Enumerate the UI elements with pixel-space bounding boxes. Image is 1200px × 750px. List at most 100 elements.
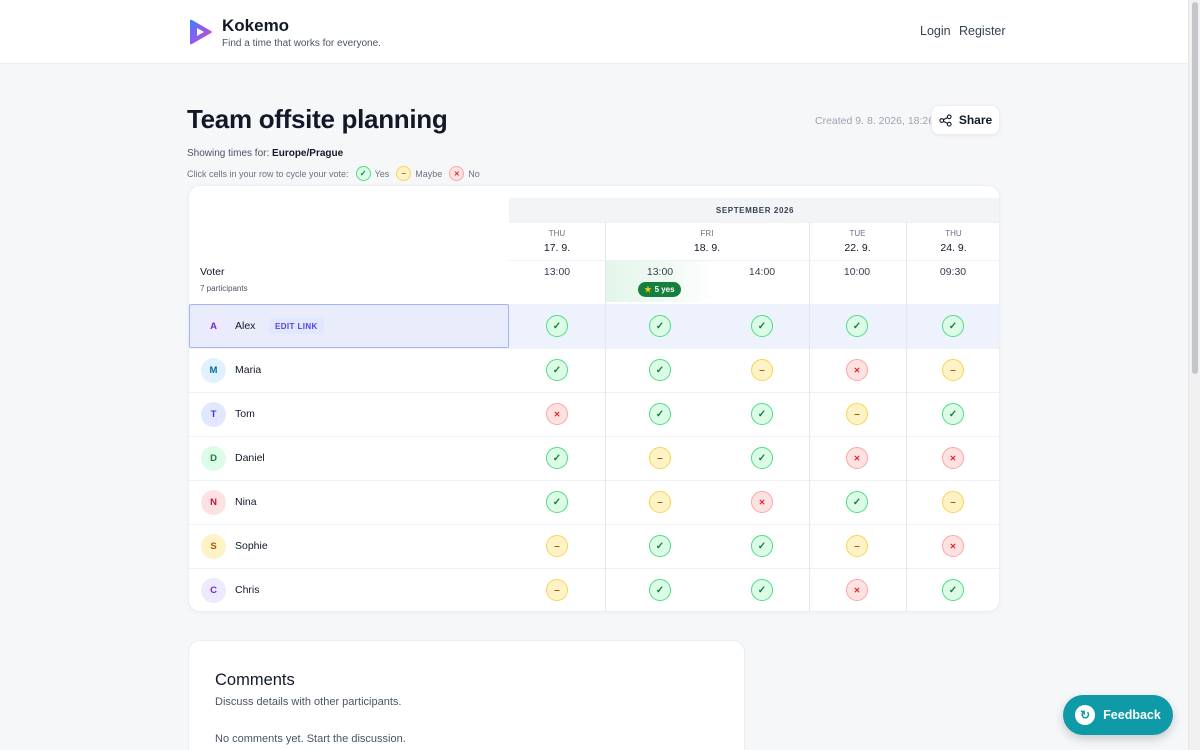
check-icon: ✓ (649, 359, 671, 381)
day-date: 24. 9. (940, 242, 967, 254)
day-date: 22. 9. (844, 242, 871, 254)
participant-count: 7 participants (200, 284, 248, 293)
register-link[interactable]: Register (959, 24, 1006, 38)
day-divider (906, 222, 907, 611)
legend-instructions: Click cells in your row to cycle your vo… (187, 168, 349, 179)
voter-name: Maria (235, 364, 262, 376)
voter-name: Daniel (235, 452, 265, 464)
page-scrollbar[interactable] (1188, 0, 1200, 750)
legend-no-label: No (468, 168, 480, 179)
month-header: SEPTEMBER 2026 (509, 198, 999, 222)
check-icon: ✓ (546, 447, 568, 469)
comments-subtitle: Discuss details with other participants. (215, 696, 402, 708)
check-icon[interactable]: ✓ (649, 315, 671, 337)
share-button-label: Share (958, 113, 993, 127)
cross-icon: ✕ (751, 491, 773, 513)
day-date: 18. 9. (693, 242, 721, 254)
brand-name[interactable]: Kokemo (222, 16, 289, 36)
check-icon: ✓ (846, 491, 868, 513)
kokemo-logo-icon[interactable] (188, 18, 214, 46)
best-slot-badge: ★ 5 yes (638, 282, 681, 297)
row-divider (189, 436, 999, 437)
voter-row (189, 348, 999, 392)
day-date: 17. 9. (543, 242, 571, 254)
check-icon: ✓ (546, 491, 568, 513)
row-divider (189, 524, 999, 525)
voter-name: Chris (235, 584, 260, 596)
day-of-week: THU (548, 229, 566, 238)
brand-tagline: Find a time that works for everyone. (222, 38, 381, 49)
cross-icon: ✕ (846, 447, 868, 469)
timezone-label: Showing times for: (187, 148, 270, 159)
day-divider (605, 222, 606, 611)
top-navigation-bar: Kokemo Find a time that works for everyo… (0, 0, 1188, 64)
day-of-week: TUE (849, 229, 866, 238)
voter-name: Sophie (235, 540, 268, 552)
time-slot-header: 13:00 (543, 266, 571, 278)
comments-title: Comments (215, 671, 295, 689)
check-icon: ✓ (355, 166, 371, 181)
availability-grid: THU 17. 9. FRI 18. 9. TUE 22. 9. THU 24. 9. 13:0… (188, 185, 1000, 612)
time-slot-header: 14:00 (748, 266, 776, 278)
voter-avatar: C (201, 578, 226, 603)
dash-icon: – (846, 535, 868, 557)
day-divider (809, 222, 810, 611)
time-slot-header: 10:00 (843, 266, 871, 278)
check-icon[interactable]: ✓ (942, 315, 964, 337)
time-slot-header: 09:30 (939, 266, 967, 278)
legend-no: ✕ No (449, 166, 480, 181)
cross-icon: ✕ (546, 403, 568, 425)
check-icon[interactable]: ✓ (546, 315, 568, 337)
check-icon: ✓ (751, 447, 773, 469)
voter-row (189, 392, 999, 436)
check-icon[interactable]: ✓ (846, 315, 868, 337)
time-slot-header: 13:00 (646, 266, 674, 278)
dash-icon: – (649, 447, 671, 469)
share-icon (939, 113, 952, 127)
dash-icon: – (942, 359, 964, 381)
dash-icon: – (846, 403, 868, 425)
voter-avatar: N (201, 490, 226, 515)
page-title: Team offsite planning (187, 104, 448, 134)
voter-row (189, 524, 999, 568)
check-icon: ✓ (751, 535, 773, 557)
edit-link-button[interactable]: EDIT LINK (269, 318, 324, 334)
timezone-value: Europe/Prague (272, 148, 344, 159)
check-icon[interactable]: ✓ (751, 315, 773, 337)
day-of-week: THU (945, 229, 962, 238)
header-divider (509, 222, 999, 223)
check-icon: ✓ (649, 403, 671, 425)
voter-row (189, 480, 999, 524)
dash-icon: – (396, 166, 412, 181)
check-icon: ✓ (546, 359, 568, 381)
row-divider (189, 568, 999, 569)
comments-panel: Comments Discuss details with other part… (188, 640, 745, 750)
header-divider (509, 260, 999, 261)
share-button[interactable]: Share (931, 105, 1000, 135)
voter-row (189, 568, 999, 611)
cross-icon: ✕ (942, 535, 964, 557)
row-divider (189, 348, 999, 349)
dash-icon: – (546, 579, 568, 601)
legend-maybe-label: Maybe (415, 168, 443, 179)
cross-icon: ✕ (942, 447, 964, 469)
best-slot-label: 5 yes (654, 285, 675, 294)
comments-empty-state: No comments yet. Start the discussion. (215, 733, 406, 745)
star-icon: ★ (644, 285, 652, 294)
voter-avatar: T (201, 402, 226, 427)
vote-legend: Click cells in your row to cycle your vo… (187, 166, 480, 181)
check-icon: ✓ (751, 403, 773, 425)
legend-maybe: – Maybe (396, 166, 442, 181)
dash-icon: – (546, 535, 568, 557)
cross-icon: ✕ (846, 579, 868, 601)
login-link[interactable]: Login (920, 24, 951, 38)
feedback-button[interactable]: ↻ Feedback (1063, 695, 1173, 735)
scrollbar-thumb[interactable] (1192, 2, 1198, 374)
voter-column-header: Voter (200, 266, 225, 278)
created-timestamp: Created 9. 8. 2026, 18:26 (815, 115, 935, 127)
voter-avatar: M (201, 358, 226, 383)
check-icon: ✓ (649, 579, 671, 601)
dash-icon: – (649, 491, 671, 513)
voter-name: Alex (235, 320, 256, 332)
day-of-week: FRI (700, 229, 714, 238)
